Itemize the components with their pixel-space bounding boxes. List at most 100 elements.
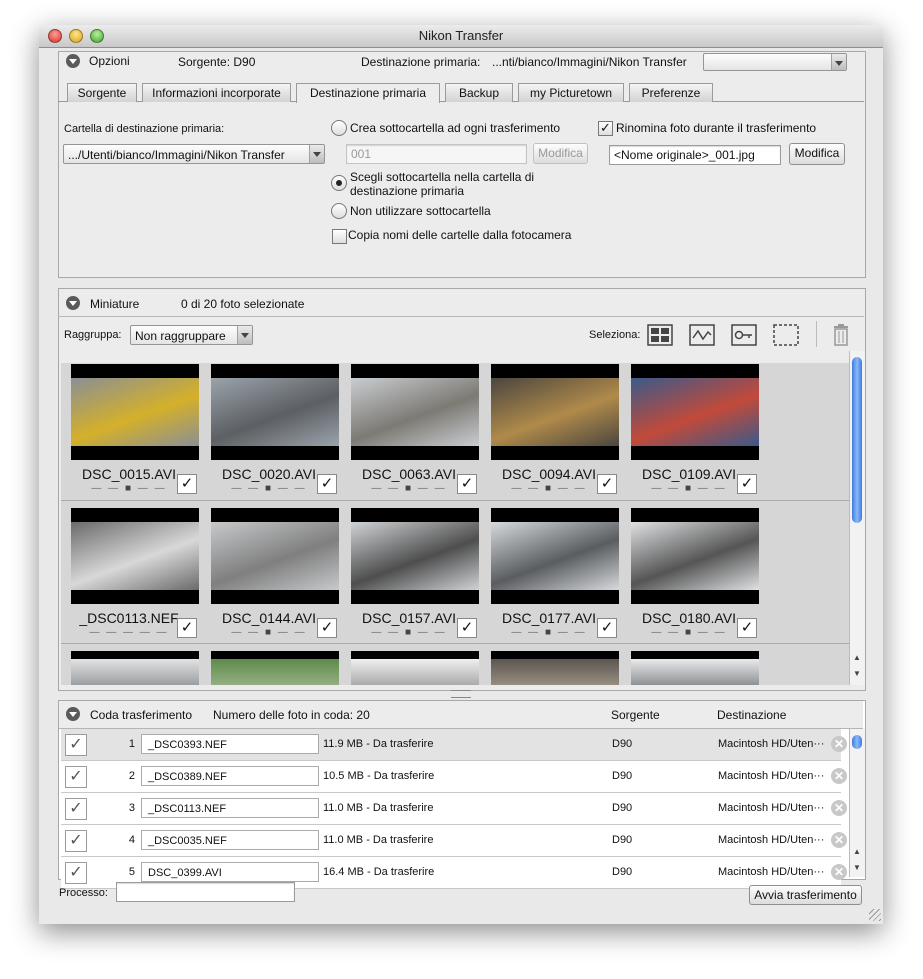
thumbnail-filename: DSC_0177.AVI xyxy=(502,610,596,626)
thumbnail-checkbox[interactable]: ✓ xyxy=(317,618,337,638)
thumbnail-checkbox[interactable]: ✓ xyxy=(597,474,617,494)
tab-my-picturetown[interactable]: my Picturetown xyxy=(518,83,624,102)
queue-row-checkbox[interactable]: ✓ xyxy=(65,830,87,852)
queue-row-checkbox[interactable]: ✓ xyxy=(65,734,87,756)
checkmark-icon: ✓ xyxy=(180,619,194,636)
thumbnail-item[interactable]: DSC_0180.AVI — — ■ — — ✓ xyxy=(631,508,759,644)
thumbnail-item[interactable]: _DSC0113.NEF — — — — — ✓ xyxy=(71,508,199,644)
group-popup-value: Non raggruppare xyxy=(135,329,226,343)
queue-scroll-thumb[interactable] xyxy=(852,735,862,749)
tab-backup[interactable]: Backup xyxy=(445,83,513,102)
thumbnail-image[interactable] xyxy=(71,508,199,604)
thumbnail-item[interactable]: DSC_0144.AVI — — ■ — — ✓ xyxy=(211,508,339,644)
select-protected-icon[interactable] xyxy=(730,323,758,347)
scroll-up-arrow-icon[interactable]: ▲ xyxy=(853,847,861,856)
thumbnail-image[interactable] xyxy=(491,508,619,604)
thumbnail-image[interactable] xyxy=(211,508,339,604)
thumbnail-checkbox[interactable]: ✓ xyxy=(457,618,477,638)
trash-icon[interactable] xyxy=(827,323,855,347)
start-transfer-button[interactable]: Avvia trasferimento xyxy=(749,885,862,905)
tab-destinazione-primaria[interactable]: Destinazione primaria xyxy=(296,83,440,103)
options-disclosure-icon[interactable] xyxy=(66,54,80,68)
thumbnail-partial[interactable] xyxy=(71,651,199,685)
subfolder-name-field[interactable]: 001 xyxy=(346,144,527,164)
scroll-down-arrow-icon[interactable]: ▼ xyxy=(853,669,861,678)
queue-row-checkbox[interactable]: ✓ xyxy=(65,862,87,884)
splitter-handle[interactable] xyxy=(451,690,471,698)
thumbnail-image[interactable] xyxy=(491,364,619,460)
destination-popup[interactable] xyxy=(703,53,847,71)
thumbnail-image[interactable] xyxy=(211,364,339,460)
copy-folder-names-checkbox[interactable] xyxy=(332,229,347,244)
thumbnail-checkbox[interactable]: ✓ xyxy=(457,474,477,494)
thumbnail-image[interactable] xyxy=(351,364,479,460)
thumbnail-item[interactable]: DSC_0094.AVI — — ■ — — ✓ xyxy=(491,364,619,500)
resize-grip-icon[interactable] xyxy=(869,909,881,921)
queue-row-checkbox[interactable]: ✓ xyxy=(65,798,87,820)
queue-row-filename[interactable]: _DSC0035.NEF xyxy=(141,830,319,850)
thumbnail-checkbox[interactable]: ✓ xyxy=(737,618,757,638)
thumbnail-partial[interactable] xyxy=(211,651,339,685)
title-bar[interactable]: Nikon Transfer xyxy=(39,25,883,48)
thumbnail-partial[interactable] xyxy=(491,651,619,685)
thumbnail-image[interactable] xyxy=(351,508,479,604)
queue-row-filename[interactable]: _DSC0393.NEF xyxy=(141,734,319,754)
modify-subfolder-button[interactable]: Modifica xyxy=(533,143,588,164)
thumbnail-item[interactable]: DSC_0020.AVI — — ■ — — ✓ xyxy=(211,364,339,500)
deselect-all-icon[interactable] xyxy=(772,323,800,347)
destination-folder-popup[interactable]: .../Utenti/bianco/Immagini/Nikon Transfe… xyxy=(63,144,325,164)
thumbnail-scrollbar[interactable]: ▲ ▼ xyxy=(849,351,865,685)
thumbnail-partial[interactable] xyxy=(351,651,479,685)
radio-choose-subfolder[interactable] xyxy=(331,175,347,191)
rename-pattern-field[interactable]: <Nome originale>_001.jpg xyxy=(609,145,781,165)
thumbnail-item[interactable]: DSC_0063.AVI — — ■ — — ✓ xyxy=(351,364,479,500)
remove-from-queue-icon[interactable]: ✕ xyxy=(831,736,847,752)
thumbnail-item[interactable]: DSC_0015.AVI — — ■ — — ✓ xyxy=(71,364,199,500)
rename-checkbox[interactable]: ✓ xyxy=(598,121,613,136)
remove-from-queue-icon[interactable]: ✕ xyxy=(831,864,847,880)
radio-create-subfolder[interactable] xyxy=(331,120,347,136)
thumbnail-checkbox[interactable]: ✓ xyxy=(317,474,337,494)
thumbnail-item[interactable]: DSC_0157.AVI — — ■ — — ✓ xyxy=(351,508,479,644)
thumbnail-item[interactable]: DSC_0109.AVI — — ■ — — ✓ xyxy=(631,364,759,500)
queue-row-filename[interactable]: _DSC0113.NEF xyxy=(141,798,319,818)
group-popup[interactable]: Non raggruppare xyxy=(130,325,253,345)
tab-sorgente[interactable]: Sorgente xyxy=(67,83,137,102)
thumbnail-item[interactable]: DSC_0177.AVI — — ■ — — ✓ xyxy=(491,508,619,644)
tab-informazioni-incorporate[interactable]: Informazioni incorporate xyxy=(142,83,291,102)
queue-scrollbar[interactable]: ▲ ▼ xyxy=(849,729,865,877)
thumbnail-checkbox[interactable]: ✓ xyxy=(177,474,197,494)
select-new-icon[interactable] xyxy=(688,323,716,347)
remove-from-queue-icon[interactable]: ✕ xyxy=(831,832,847,848)
thumbnail-checkbox[interactable]: ✓ xyxy=(737,474,757,494)
thumbnails-disclosure-icon[interactable] xyxy=(66,296,80,310)
queue-row-source: D90 xyxy=(612,834,633,846)
scroll-down-arrow-icon[interactable]: ▼ xyxy=(853,863,861,872)
queue-row[interactable]: ✓ 2 _DSC0389.NEF 10.5 MB - Da trasferire D90… xyxy=(61,761,847,793)
primary-destination-path: ...nti/bianco/Immagini/Nikon Transfer xyxy=(492,55,687,69)
thumbnail-checkbox[interactable]: ✓ xyxy=(177,618,197,638)
remove-from-queue-icon[interactable]: ✕ xyxy=(831,768,847,784)
thumbnail-filename: DSC_0157.AVI xyxy=(362,610,456,626)
queue-disclosure-icon[interactable] xyxy=(66,707,80,721)
radio-no-subfolder[interactable] xyxy=(331,203,347,219)
queue-row-filename[interactable]: _DSC0389.NEF xyxy=(141,766,319,786)
queue-row-checkbox[interactable]: ✓ xyxy=(65,766,87,788)
thumbnail-image[interactable] xyxy=(71,364,199,460)
thumbnail-checkbox[interactable]: ✓ xyxy=(597,618,617,638)
thumbnail-image[interactable] xyxy=(631,508,759,604)
thumbnail-scroll-thumb[interactable] xyxy=(852,357,862,523)
select-all-icon[interactable] xyxy=(646,323,674,347)
queue-row[interactable]: ✓ 3 _DSC0113.NEF 11.0 MB - Da trasferire D90… xyxy=(61,793,847,825)
modify-rename-button[interactable]: Modifica xyxy=(789,143,845,165)
queue-row-filename[interactable]: DSC_0399.AVI xyxy=(141,862,319,882)
thumbnail-image[interactable] xyxy=(631,364,759,460)
scroll-up-arrow-icon[interactable]: ▲ xyxy=(853,653,861,662)
tab-preferenze[interactable]: Preferenze xyxy=(629,83,713,102)
queue-row[interactable]: ✓ 1 _DSC0393.NEF 11.9 MB - Da trasferire D90… xyxy=(61,729,847,761)
destination-folder-label: Cartella di destinazione primaria: xyxy=(64,123,225,135)
thumbnail-partial[interactable] xyxy=(631,651,759,685)
remove-from-queue-icon[interactable]: ✕ xyxy=(831,800,847,816)
thumbnail-filename: DSC_0180.AVI xyxy=(642,610,736,626)
queue-row[interactable]: ✓ 4 _DSC0035.NEF 11.0 MB - Da trasferire D90… xyxy=(61,825,847,857)
